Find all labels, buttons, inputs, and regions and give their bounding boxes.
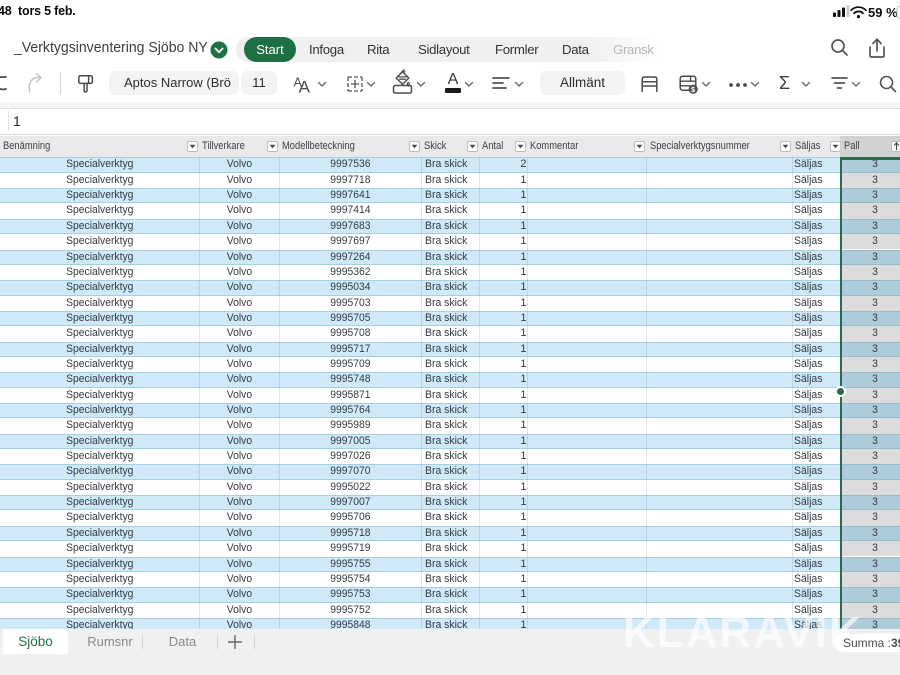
svg-text:59 %: 59 % [868,5,898,20]
svg-text:A: A [299,77,311,94]
